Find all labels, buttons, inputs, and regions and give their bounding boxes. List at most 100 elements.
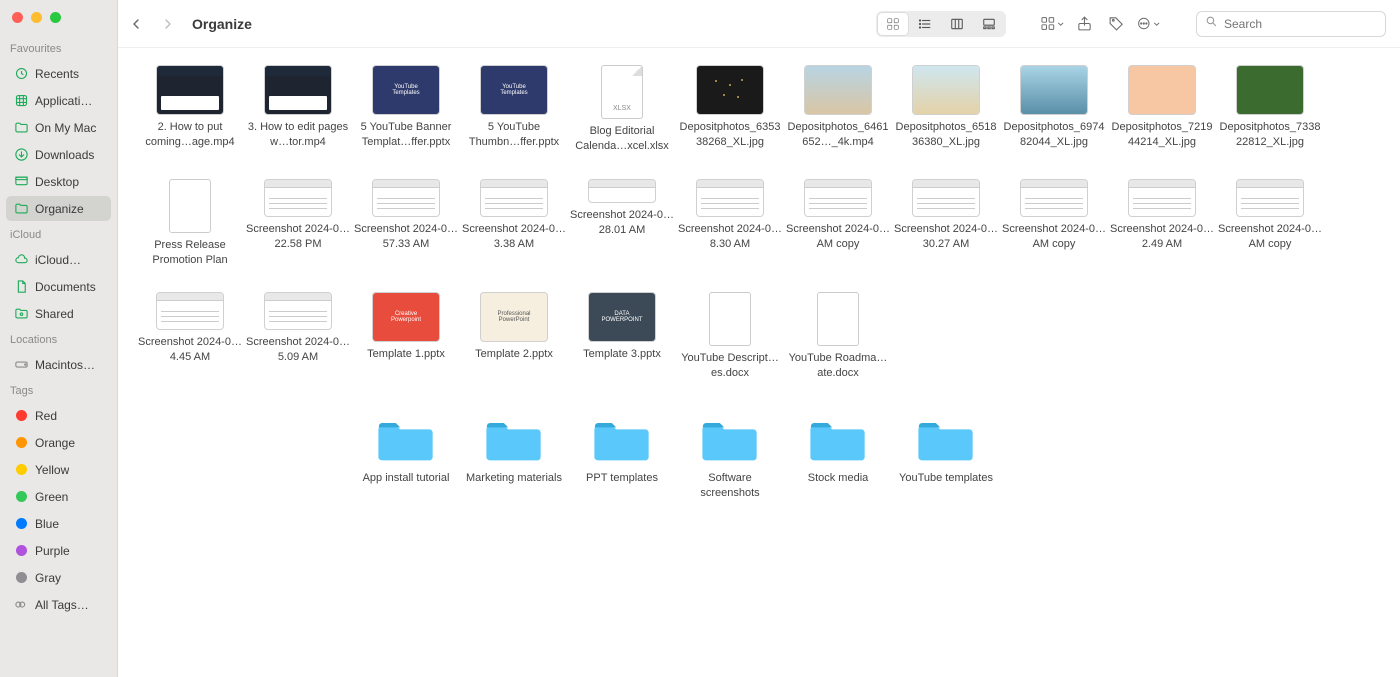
file-item[interactable]: Screenshot 2024-0…8.30 AM: [676, 180, 784, 268]
minimize-window-button[interactable]: [31, 12, 42, 23]
toolbar: Organize: [118, 0, 1400, 48]
file-item[interactable]: XLSXBlog Editorial Calenda…xcel.xlsx: [568, 66, 676, 154]
file-name-label: 5 YouTube Thumbn…ffer.pptx: [462, 120, 566, 150]
sidebar-item-on-my-mac[interactable]: On My Mac: [6, 115, 111, 140]
sidebar-item-gray[interactable]: Gray: [6, 565, 111, 590]
file-thumbnail: [1237, 180, 1303, 216]
file-thumbnail: [697, 180, 763, 216]
file-thumbnail: YouTubeTemplates: [481, 66, 547, 114]
file-item[interactable]: Screenshot 2024-0…57.33 AM: [352, 180, 460, 268]
file-name-label: Screenshot 2024-0…3.38 AM: [462, 222, 566, 252]
file-name-label: PPT templates: [586, 471, 658, 486]
file-name-label: YouTube Descript…es.docx: [678, 351, 782, 381]
sidebar-icloud-list: iCloud…DocumentsShared: [0, 247, 117, 326]
file-item[interactable]: Depositphotos_635338268_XL.jpg: [676, 66, 784, 154]
file-item[interactable]: YouTube Roadma…ate.docx: [784, 293, 892, 381]
forward-button[interactable]: [156, 12, 180, 36]
sidebar-item-organize[interactable]: Organize: [6, 196, 111, 221]
back-button[interactable]: [124, 12, 148, 36]
sidebar-item-green[interactable]: Green: [6, 484, 111, 509]
file-item[interactable]: CreativePowerpointTemplate 1.pptx: [352, 293, 460, 381]
sidebar-item-orange[interactable]: Orange: [6, 430, 111, 455]
file-item[interactable]: Screenshot 2024-0…AM copy: [784, 180, 892, 268]
sidebar-item-recents[interactable]: Recents: [6, 61, 111, 86]
action-menu-button[interactable]: [1136, 12, 1160, 36]
view-list-button[interactable]: [910, 13, 940, 35]
file-thumbnail: [1129, 180, 1195, 216]
sidebar-item-red[interactable]: Red: [6, 403, 111, 428]
file-item[interactable]: Screenshot 2024-0…AM copy: [1216, 180, 1324, 268]
window-title: Organize: [192, 16, 252, 32]
file-item[interactable]: Screenshot 2024-0…30.27 AM: [892, 180, 1000, 268]
file-name-label: Depositphotos_733822812_XL.jpg: [1218, 120, 1322, 150]
folder-item[interactable]: Marketing materials: [460, 415, 568, 501]
folder-item[interactable]: Software screenshots: [676, 415, 784, 501]
sidebar-item-label: Orange: [35, 436, 75, 450]
file-name-label: Depositphotos_635338268_XL.jpg: [678, 120, 782, 150]
sidebar-item-label: Purple: [35, 544, 70, 558]
file-item[interactable]: YouTubeTemplates5 YouTube Banner Templat…: [352, 66, 460, 154]
file-item[interactable]: Depositphotos_733822812_XL.jpg: [1216, 66, 1324, 154]
sidebar-item-all-tags[interactable]: All Tags…: [6, 592, 111, 617]
file-item[interactable]: YouTube Descript…es.docx: [676, 293, 784, 381]
file-item[interactable]: Screenshot 2024-0…28.01 AM: [568, 180, 676, 268]
folder-item[interactable]: App install tutorial: [352, 415, 460, 501]
file-item[interactable]: Depositphotos_721944214_XL.jpg: [1108, 66, 1216, 154]
file-item[interactable]: 3. How to edit pages w…tor.mp4: [244, 66, 352, 154]
view-icons-button[interactable]: [878, 13, 908, 35]
sidebar-item-icloud[interactable]: iCloud…: [6, 247, 111, 272]
search-field[interactable]: [1196, 11, 1386, 37]
sidebar-item-downloads[interactable]: Downloads: [6, 142, 111, 167]
search-icon: [1205, 15, 1218, 33]
file-name-label: Template 2.pptx: [475, 347, 553, 362]
file-item[interactable]: Screenshot 2024-0…AM copy: [1000, 180, 1108, 268]
sidebar-item-applicati[interactable]: Applicati…: [6, 88, 111, 113]
file-item[interactable]: Screenshot 2024-0…22.58 PM: [244, 180, 352, 268]
file-item[interactable]: Screenshot 2024-0…3.38 AM: [460, 180, 568, 268]
file-name-label: Screenshot 2024-0…2.49 AM: [1110, 222, 1214, 252]
folder-item[interactable]: PPT templates: [568, 415, 676, 501]
view-gallery-button[interactable]: [974, 13, 1004, 35]
file-item[interactable]: Screenshot 2024-0…5.09 AM: [244, 293, 352, 381]
sidebar-item-shared[interactable]: Shared: [6, 301, 111, 326]
file-item[interactable]: Depositphotos_651836380_XL.jpg: [892, 66, 1000, 154]
sidebar-item-documents[interactable]: Documents: [6, 274, 111, 299]
tag-dot-icon: [14, 597, 29, 612]
share-button[interactable]: [1072, 12, 1096, 36]
sidebar-item-purple[interactable]: Purple: [6, 538, 111, 563]
file-name-label: Marketing materials: [466, 471, 562, 486]
file-thumbnail: [1237, 66, 1303, 114]
sidebar-item-macintos[interactable]: Macintos…: [6, 352, 111, 377]
file-thumbnail: [265, 66, 331, 114]
sidebar-item-blue[interactable]: Blue: [6, 511, 111, 536]
folder-item[interactable]: YouTube templates: [892, 415, 1000, 501]
finder-window: Favourites RecentsApplicati…On My MacDow…: [0, 0, 1400, 677]
view-columns-button[interactable]: [942, 13, 972, 35]
file-item[interactable]: Press Release Promotion Plan: [136, 180, 244, 268]
sidebar-item-label: Downloads: [35, 148, 94, 162]
file-item[interactable]: YouTubeTemplates 5 YouTube Thumbn…ffer.pp…: [460, 66, 568, 154]
sidebar-item-desktop[interactable]: Desktop: [6, 169, 111, 194]
file-grid-area[interactable]: 2. How to put coming…age.mp43. How to ed…: [118, 48, 1400, 677]
file-thumbnail: [157, 293, 223, 329]
tag-dot-icon: [14, 435, 29, 450]
file-item[interactable]: Screenshot 2024-0…2.49 AM: [1108, 180, 1216, 268]
file-item[interactable]: DATAPOWERPOINTTemplate 3.pptx: [568, 293, 676, 381]
file-item[interactable]: Screenshot 2024-0…4.45 AM: [136, 293, 244, 381]
sidebar-item-label: Yellow: [35, 463, 69, 477]
sidebar-section-icloud: iCloud: [0, 223, 117, 245]
file-item[interactable]: Depositphotos_6461652…_4k.mp4: [784, 66, 892, 154]
close-window-button[interactable]: [12, 12, 23, 23]
file-item[interactable]: Depositphotos_697482044_XL.jpg: [1000, 66, 1108, 154]
file-thumbnail: [170, 180, 210, 232]
group-by-button[interactable]: [1040, 12, 1064, 36]
file-thumbnail: [265, 180, 331, 216]
file-item[interactable]: ProfessionalPowerPointTemplate 2.pptx: [460, 293, 568, 381]
file-name-label: Screenshot 2024-0…28.01 AM: [570, 208, 674, 238]
search-input[interactable]: [1224, 17, 1379, 31]
file-item[interactable]: 2. How to put coming…age.mp4: [136, 66, 244, 154]
sidebar-item-yellow[interactable]: Yellow: [6, 457, 111, 482]
folder-item[interactable]: Stock media: [784, 415, 892, 501]
tag-button[interactable]: [1104, 12, 1128, 36]
fullscreen-window-button[interactable]: [50, 12, 61, 23]
